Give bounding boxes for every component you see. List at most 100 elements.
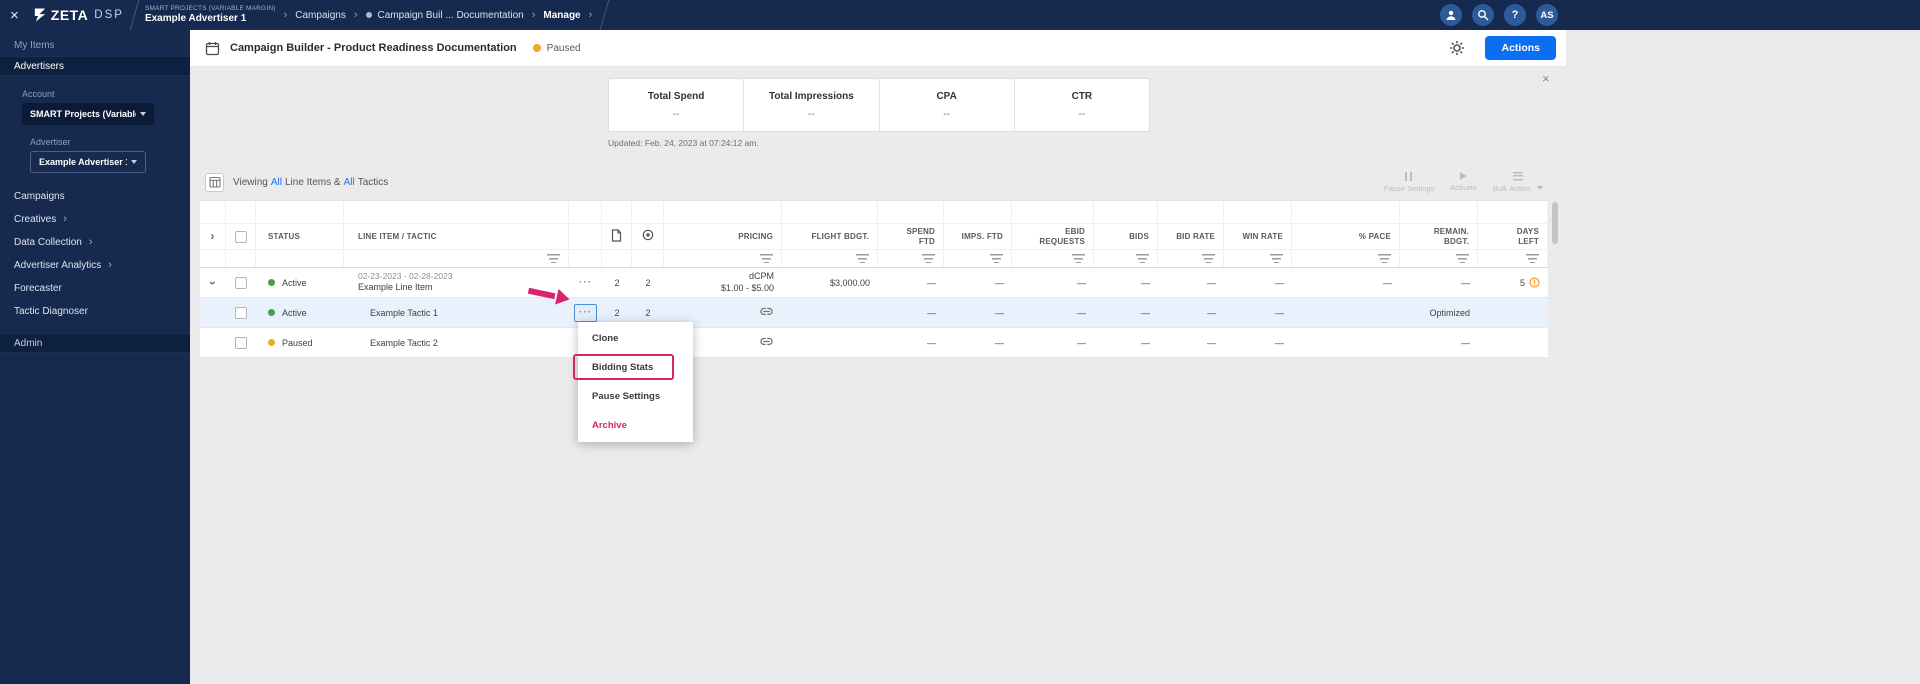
last-updated-text: Updated: Feb. 24, 2023 at 07:24:12 am. xyxy=(608,138,759,148)
profile-icon-button[interactable] xyxy=(1440,4,1462,26)
sidebar-item-my-items[interactable]: My Items xyxy=(0,36,190,56)
sidebar-section-admin[interactable]: Admin xyxy=(0,333,190,353)
menu-item-clone[interactable]: Clone xyxy=(578,324,693,353)
search-icon-button[interactable] xyxy=(1472,4,1494,26)
avatar[interactable]: AS xyxy=(1536,4,1558,26)
table-row[interactable]: › Active 02-23-2023 - 02-28-2023 Example Li… xyxy=(200,268,1548,298)
breadcrumb-campaigns[interactable]: Campaigns xyxy=(295,10,346,21)
cell-text: $3,000.00 xyxy=(829,277,870,288)
sidebar-item-creatives[interactable]: Creatives › xyxy=(0,208,190,231)
cell-imps: — xyxy=(944,328,1012,357)
sidebar-item-campaigns[interactable]: Campaigns xyxy=(0,185,190,208)
collapse-chevron-icon[interactable]: › xyxy=(206,281,220,285)
question-mark-icon: ? xyxy=(1511,9,1519,21)
filter-icon[interactable] xyxy=(856,254,869,263)
all-tactics-link[interactable]: All xyxy=(344,177,355,188)
cell-imps: — xyxy=(944,268,1012,297)
cell-status: Active xyxy=(256,268,344,297)
filter-cell-days xyxy=(1478,250,1548,267)
column-label: SPEND FTD xyxy=(906,226,935,246)
table-body: › Active 02-23-2023 - 02-28-2023 Example Li… xyxy=(200,268,1548,358)
filter-icon[interactable] xyxy=(1136,254,1149,263)
metric-label: CTR xyxy=(1071,90,1093,102)
menu-item-pause-settings[interactable]: Pause Settings xyxy=(578,382,693,411)
bulk-action-button[interactable]: Bulk Action xyxy=(1488,170,1548,195)
breadcrumb-manage[interactable]: Manage xyxy=(543,10,580,21)
column-header-pace[interactable]: % PACE xyxy=(1292,224,1400,249)
breadcrumb-campaign-label: Campaign Buil ... Documentation xyxy=(377,9,524,21)
column-header-goals[interactable] xyxy=(632,224,664,249)
column-header-ebid[interactable]: EBID REQUESTS xyxy=(1012,224,1094,249)
zeta-dsp-logo[interactable]: ZETA DSP xyxy=(32,7,124,23)
column-header-days[interactable]: DAYS LEFT xyxy=(1478,224,1548,249)
column-header-status[interactable]: STATUS xyxy=(256,224,344,249)
filter-icon[interactable] xyxy=(1072,254,1085,263)
filter-icon[interactable] xyxy=(990,254,1003,263)
column-header-imps[interactable]: IMPS. FTD xyxy=(944,224,1012,249)
help-icon-button[interactable]: ? xyxy=(1504,4,1526,26)
chevron-right-icon xyxy=(589,9,593,21)
column-header-remain[interactable]: REMAIN. BDGT. xyxy=(1400,224,1478,249)
row-checkbox[interactable] xyxy=(235,276,247,289)
sidebar-item-forecaster[interactable]: Forecaster xyxy=(0,277,190,300)
column-header-bidrate[interactable]: BID RATE xyxy=(1158,224,1224,249)
cell-line: Example Line Item xyxy=(358,282,433,293)
filter-icon[interactable] xyxy=(1456,254,1469,263)
nav-label: Tactic Diagnoser xyxy=(14,306,88,317)
account-select[interactable]: SMART Projects (Variable M... xyxy=(22,103,154,125)
column-header-bids[interactable]: BIDS xyxy=(1094,224,1158,249)
menu-item-archive[interactable]: Archive xyxy=(578,411,693,440)
activate-button[interactable]: Activate xyxy=(1445,170,1482,194)
pause-settings-button[interactable]: Pause Settings xyxy=(1379,170,1439,195)
column-header-creatives[interactable] xyxy=(602,224,632,249)
actions-button[interactable]: Actions xyxy=(1485,36,1556,60)
document-icon xyxy=(611,228,622,245)
filter-icon[interactable] xyxy=(760,254,773,263)
column-header-flight[interactable]: FLIGHT BDGT. xyxy=(782,224,878,249)
cell-creatives: 2 xyxy=(602,268,632,297)
expand-all-chevron-icon[interactable]: › xyxy=(210,229,214,244)
column-header-winrate[interactable]: WIN RATE xyxy=(1224,224,1292,249)
row-actions-button[interactable]: ··· xyxy=(574,274,597,292)
sidebar-item-tactic-diagnoser[interactable]: Tactic Diagnoser xyxy=(0,300,190,323)
calendar-view-icon[interactable] xyxy=(205,172,224,192)
gear-icon[interactable] xyxy=(1449,40,1465,56)
header-group-actions xyxy=(569,201,602,223)
sidebar-item-advertiser-analytics[interactable]: Advertiser Analytics › xyxy=(0,254,190,277)
sidebar-section-advertisers[interactable]: Advertisers xyxy=(0,56,190,76)
cell-expand: › xyxy=(200,268,226,297)
filter-cell-select xyxy=(226,250,256,267)
topbar-actions: ? AS xyxy=(1440,4,1558,26)
filter-icon[interactable] xyxy=(1202,254,1215,263)
close-icon[interactable]: × xyxy=(1542,72,1550,85)
column-header-name[interactable]: LINE ITEM / TACTIC xyxy=(344,224,569,249)
column-header-pricing[interactable]: PRICING xyxy=(664,224,782,249)
select-all-checkbox[interactable] xyxy=(234,230,247,243)
cell-text: Optimized xyxy=(1429,307,1470,318)
filter-cell-name xyxy=(344,250,569,267)
filter-icon[interactable] xyxy=(1378,254,1391,263)
row-actions-button[interactable]: ··· xyxy=(574,303,597,322)
cell-bids: — xyxy=(1094,298,1158,327)
filter-cell-spend xyxy=(878,250,944,267)
cell-text: Active xyxy=(282,277,307,288)
column-header-spend[interactable]: SPEND FTD xyxy=(878,224,944,249)
row-checkbox[interactable] xyxy=(235,306,247,319)
all-line-items-link[interactable]: All xyxy=(271,177,282,188)
metric-label: CPA xyxy=(936,90,957,102)
column-label: WIN RATE xyxy=(1242,231,1283,241)
vertical-scrollbar[interactable] xyxy=(1552,202,1558,244)
filter-icon[interactable] xyxy=(547,254,560,263)
menu-item-bidding-stats[interactable]: Bidding Stats xyxy=(573,353,693,382)
filter-icon[interactable] xyxy=(1526,254,1539,263)
table-row[interactable]: PausedExample Tactic 2···22——————— xyxy=(200,328,1548,358)
sidebar-item-data-collection[interactable]: Data Collection › xyxy=(0,231,190,254)
filter-icon[interactable] xyxy=(1270,254,1283,263)
advertiser-select[interactable]: Example Advertiser 1 xyxy=(30,151,146,173)
table-row[interactable]: Active Example Tactic 1 ··· 2 2 — — — — — — Optimiz… xyxy=(200,298,1548,328)
filter-icon[interactable] xyxy=(922,254,935,263)
row-checkbox[interactable] xyxy=(235,336,247,349)
close-icon[interactable]: × xyxy=(10,8,19,23)
breadcrumb-account[interactable]: SMART PROJECTS (VARIABLE MARGIN) Example… xyxy=(145,5,276,25)
breadcrumb-campaign[interactable]: Campaign Buil ... Documentation xyxy=(365,9,524,21)
